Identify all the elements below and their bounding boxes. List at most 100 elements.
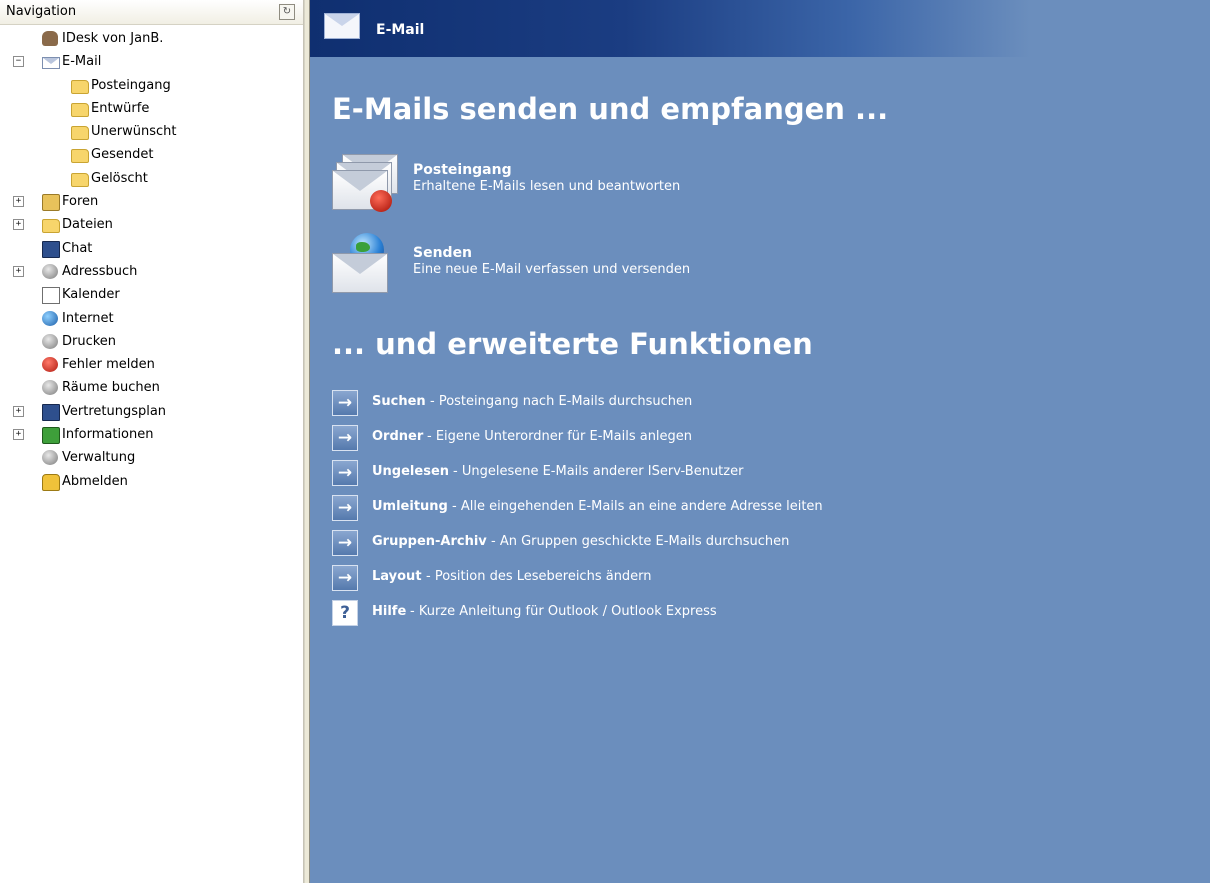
navigation-tree: IDesk von JanB. − E-Mail Posteingang Entwürf… [0, 25, 303, 493]
tree-item-internet[interactable]: Internet [0, 307, 303, 330]
feature-posteingang-desc: Erhaltene E-Mails lesen und beantworten [413, 179, 681, 194]
expand-icon[interactable]: + [13, 219, 24, 231]
function-link-desc: - Alle eingehenden E-Mails an eine ander… [452, 499, 823, 514]
function-link-desc: - Posteingang nach E-Mails durchsuchen [430, 394, 693, 409]
tree-item-label[interactable]: Räume buchen [62, 376, 160, 399]
tree-item-gelöscht[interactable]: Gelöscht [0, 167, 303, 190]
app-window: Navigation ↻ IDesk von JanB. − E-Mail Poste… [0, 0, 1210, 883]
tree-item-dateien[interactable]: + Dateien [0, 213, 303, 236]
tree-item-label[interactable]: Adressbuch [62, 260, 137, 283]
folder-icon [71, 126, 89, 141]
collapse-icon[interactable]: − [13, 56, 24, 68]
navigation-sidebar: Navigation ↻ IDesk von JanB. − E-Mail Poste… [0, 0, 304, 883]
function-link-desc: - Ungelesene E-Mails anderer IServ-Benut… [453, 464, 744, 479]
function-link-name[interactable]: Suchen [372, 394, 426, 409]
chat-icon [42, 240, 60, 258]
send-globe-envelope-icon[interactable] [332, 233, 404, 295]
mail-envelope-icon [324, 13, 360, 39]
tree-item-label[interactable]: Foren [62, 190, 98, 213]
timetable-icon [42, 403, 60, 421]
arrow-right-icon[interactable]: → [332, 495, 358, 521]
tree-item-label[interactable]: Posteingang [91, 74, 171, 97]
folder-icon [71, 172, 89, 187]
function-link-name[interactable]: Ungelesen [372, 464, 449, 479]
tree-item-vertretungsplan[interactable]: + Vertretungsplan [0, 400, 303, 423]
function-link-desc: - An Gruppen geschickte E-Mails durchsuc… [491, 534, 790, 549]
arrow-right-icon[interactable]: → [332, 390, 358, 416]
tree-item-label[interactable]: Informationen [62, 423, 154, 446]
gear-icon [42, 450, 58, 466]
lock-icon [42, 473, 60, 491]
forum-icon [42, 194, 60, 212]
tree-item-e-mail[interactable]: − E-Mail [0, 50, 303, 73]
tree-item-drucken[interactable]: Drucken [0, 330, 303, 353]
info-board-icon [42, 427, 60, 445]
tree-item-abmelden[interactable]: Abmelden [0, 470, 303, 493]
function-link-name[interactable]: Umleitung [372, 499, 448, 514]
content-title: E-Mail [376, 22, 425, 38]
tree-item-label[interactable]: Chat [62, 237, 92, 260]
tree-item-label[interactable]: Kalender [62, 283, 120, 306]
tree-item-label[interactable]: Dateien [62, 213, 113, 236]
tree-item-label[interactable]: Gesendet [91, 143, 153, 166]
folder-icon [71, 149, 89, 164]
globe-icon [42, 310, 58, 326]
heading-send-receive: E-Mails senden und empfangen ... [332, 92, 889, 126]
tree-item-idesk-von-janb-[interactable]: IDesk von JanB. [0, 27, 303, 50]
tree-item-label[interactable]: Internet [62, 307, 114, 330]
tree-item-label[interactable]: Fehler melden [62, 353, 155, 376]
function-link-name[interactable]: Layout [372, 569, 422, 584]
tree-item-unerwünscht[interactable]: Unerwünscht [0, 120, 303, 143]
feature-posteingang-title[interactable]: Posteingang [413, 162, 512, 178]
tree-item-label[interactable]: Unerwünscht [91, 120, 176, 143]
tree-item-label[interactable]: Entwürfe [91, 97, 149, 120]
tree-item-label[interactable]: Vertretungsplan [62, 400, 166, 423]
mail-icon [42, 57, 60, 70]
function-link-name[interactable]: Hilfe [372, 604, 406, 619]
user-desk-icon [42, 31, 58, 46]
tree-item-adressbuch[interactable]: + Adressbuch [0, 260, 303, 283]
calendar-icon [42, 287, 60, 305]
files-icon [42, 219, 60, 234]
tree-item-verwaltung[interactable]: Verwaltung [0, 446, 303, 469]
tree-item-entwürfe[interactable]: Entwürfe [0, 97, 303, 120]
arrow-right-icon[interactable]: → [332, 460, 358, 486]
tree-item-label[interactable]: E-Mail [62, 50, 101, 73]
arrow-right-icon[interactable]: → [332, 565, 358, 591]
tree-item-fehler-melden[interactable]: Fehler melden [0, 353, 303, 376]
function-link-desc: - Kurze Anleitung für Outlook / Outlook … [410, 604, 717, 619]
tree-item-foren[interactable]: + Foren [0, 190, 303, 213]
tree-item-chat[interactable]: Chat [0, 237, 303, 260]
tree-item-gesendet[interactable]: Gesendet [0, 143, 303, 166]
function-link-desc: - Eigene Unterordner für E-Mails anlegen [427, 429, 693, 444]
feature-senden-title[interactable]: Senden [413, 245, 472, 261]
tree-item-kalender[interactable]: Kalender [0, 283, 303, 306]
help-icon[interactable]: ? [332, 600, 358, 626]
expand-icon[interactable]: + [13, 429, 24, 441]
tree-item-informationen[interactable]: + Informationen [0, 423, 303, 446]
feature-senden-desc: Eine neue E-Mail verfassen und versenden [413, 262, 691, 277]
expand-icon[interactable]: + [13, 196, 24, 208]
tree-item-räume-buchen[interactable]: Räume buchen [0, 376, 303, 399]
alarm-icon [42, 357, 58, 373]
inbox-envelope-icon[interactable] [332, 150, 404, 212]
function-link-name[interactable]: Gruppen-Archiv [372, 534, 487, 549]
refresh-icon[interactable]: ↻ [279, 4, 295, 20]
main-content: E-Mail E-Mails senden und empfangen ... … [310, 0, 1210, 883]
expand-icon[interactable]: + [13, 265, 24, 277]
tree-item-label[interactable]: Drucken [62, 330, 116, 353]
tree-item-label[interactable]: Gelöscht [91, 167, 148, 190]
room-booking-icon [42, 380, 58, 396]
expand-icon[interactable]: + [13, 405, 24, 417]
arrow-right-icon[interactable]: → [332, 530, 358, 556]
arrow-right-icon[interactable]: → [332, 425, 358, 451]
tree-item-label[interactable]: Verwaltung [62, 446, 135, 469]
tree-item-label[interactable]: IDesk von JanB. [62, 27, 163, 50]
function-link-name[interactable]: Ordner [372, 429, 423, 444]
tree-item-posteingang[interactable]: Posteingang [0, 74, 303, 97]
function-link-desc: - Position des Lesebereichs ändern [426, 569, 652, 584]
printer-icon [42, 333, 58, 349]
folder-icon [71, 102, 89, 117]
tree-item-label[interactable]: Abmelden [62, 470, 128, 493]
addressbook-icon [42, 263, 58, 279]
